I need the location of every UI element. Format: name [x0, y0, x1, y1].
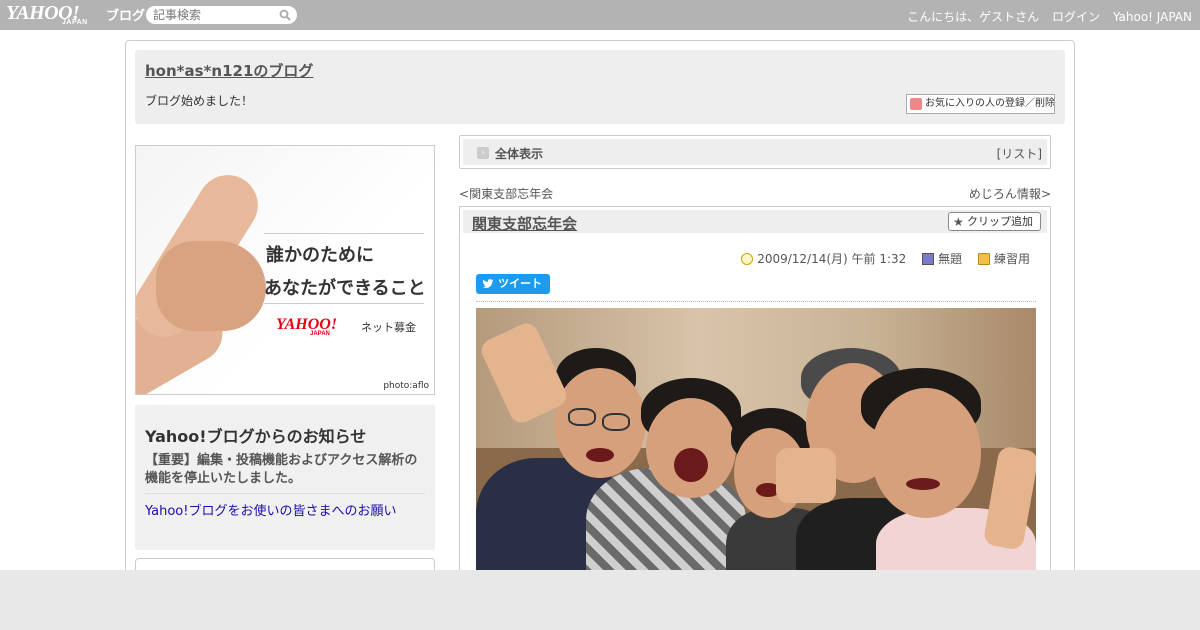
banner-line1: 誰かのために	[266, 245, 374, 266]
banner-line2: あなたができること	[264, 278, 426, 299]
arrow-icon: ›	[477, 147, 489, 159]
banner-rule	[264, 233, 424, 234]
article-nav: <関東支部忘年会 めじろん情報>	[459, 185, 1051, 201]
logo-sub: JAPAN	[62, 19, 88, 26]
view-all-inner: › 全体表示 [リスト]	[463, 139, 1047, 165]
article-photo[interactable]	[476, 308, 1036, 585]
user-links: こんにちは、ゲストさん ログイン Yahoo! JAPAN	[907, 8, 1192, 25]
list-bracket-close: ]	[1037, 147, 1042, 161]
search-icon[interactable]	[279, 9, 291, 21]
article-title-bar: 関東支部忘年会 ★ クリップ追加	[463, 210, 1047, 233]
list-link[interactable]: リスト	[1001, 147, 1037, 161]
tweet-label: ツイート	[498, 277, 542, 290]
photo-person	[776, 448, 836, 503]
top-bar: YAHOO! JAPAN ブログ こんにちは、ゲストさん ログイン Yahoo!…	[0, 0, 1200, 30]
next-article-link[interactable]: めじろん情報	[969, 187, 1041, 201]
photo-person	[602, 413, 630, 431]
next-article: めじろん情報>	[969, 185, 1051, 202]
banner-yahoo-logo: YAHOO! JAPAN	[276, 316, 337, 337]
search-input[interactable]	[153, 7, 271, 23]
heart-icon	[910, 98, 922, 110]
notice-box: Yahoo!ブログからのお知らせ 【重要】編集・投稿機能およびアクセス解析の機能…	[135, 405, 435, 550]
yahoo-blog-logo[interactable]: YAHOO! JAPAN ブログ	[6, 3, 145, 27]
banner-handshake-shape	[156, 241, 266, 331]
article-meta: 2009/12/14(月) 午前 1:32 無題 練習用	[729, 250, 1030, 267]
login-link[interactable]: ログイン	[1052, 10, 1100, 24]
view-all-bar: › 全体表示 [リスト]	[459, 135, 1051, 169]
banner-rule	[264, 303, 424, 304]
greeting-text: こんにちは、ゲストさん	[907, 10, 1040, 24]
clip-button-label: クリップ追加	[967, 215, 1033, 228]
yahoo-japan-link[interactable]: Yahoo! JAPAN	[1113, 10, 1192, 24]
article-theme[interactable]: 無題	[938, 252, 962, 266]
favorite-button-label: お気に入りの人の登録／削除	[925, 98, 1055, 109]
blog-frame: hon*as*n121のブログ ブログ始めました！ お気に入りの人の登録／削除 …	[125, 40, 1075, 598]
charity-banner[interactable]: 誰かのために あなたができること YAHOO! JAPAN ネット募金 phot…	[135, 145, 435, 395]
logo-service: ブログ	[106, 9, 146, 24]
prev-mark: <	[459, 187, 470, 201]
photo-person	[568, 408, 596, 426]
article-category[interactable]: 練習用	[994, 252, 1030, 266]
article-title[interactable]: 関東支部忘年会	[472, 213, 577, 234]
tweet-button[interactable]: ツイート	[476, 274, 550, 294]
content-area: hon*as*n121のブログ ブログ始めました！ お気に入りの人の登録／削除 …	[0, 30, 1200, 598]
blog-header: hon*as*n121のブログ ブログ始めました！ お気に入りの人の登録／削除	[135, 50, 1065, 124]
next-mark: >	[1040, 187, 1051, 201]
clip-add-button[interactable]: ★ クリップ追加	[948, 212, 1041, 231]
list-link-group: [リスト]	[997, 145, 1042, 162]
article: 関東支部忘年会 ★ クリップ追加 2009/12/14(月) 午前 1:32 無…	[459, 206, 1051, 586]
prev-article: <関東支部忘年会	[459, 185, 553, 202]
blog-description: ブログ始めました！	[145, 94, 254, 108]
star-icon: ★	[953, 215, 964, 229]
view-all-label: 全体表示	[495, 147, 544, 161]
clock-icon	[741, 253, 754, 265]
photo-person	[674, 448, 708, 482]
folder-icon	[977, 253, 990, 265]
page-footer	[0, 570, 1200, 630]
meta-divider	[476, 301, 1036, 302]
notice-heading: Yahoo!ブログからのお知らせ	[145, 427, 367, 446]
notice-item-request[interactable]: Yahoo!ブログをお使いの皆さまへのお願い	[145, 500, 396, 519]
photo-person	[586, 448, 614, 462]
favorite-register-button[interactable]: お気に入りの人の登録／削除	[906, 94, 1055, 114]
twitter-bird-icon	[482, 279, 494, 289]
banner-credit: photo:aflo	[383, 381, 429, 391]
blog-title[interactable]: hon*as*n121のブログ	[145, 60, 313, 81]
notice-divider	[145, 493, 425, 494]
banner-service: ネット募金	[361, 321, 416, 334]
notice-item-important[interactable]: 【重要】編集・投稿機能およびアクセス解析の機能を停止いたしました。	[145, 452, 430, 488]
prev-article-link[interactable]: 関東支部忘年会	[469, 187, 553, 201]
search-box	[146, 6, 297, 24]
photo-person	[906, 478, 940, 490]
photo-person	[871, 388, 981, 518]
article-date[interactable]: 2009/12/14(月) 午前 1:32	[757, 252, 906, 266]
book-icon	[922, 253, 935, 265]
banner-logo-sub: JAPAN	[310, 331, 330, 337]
